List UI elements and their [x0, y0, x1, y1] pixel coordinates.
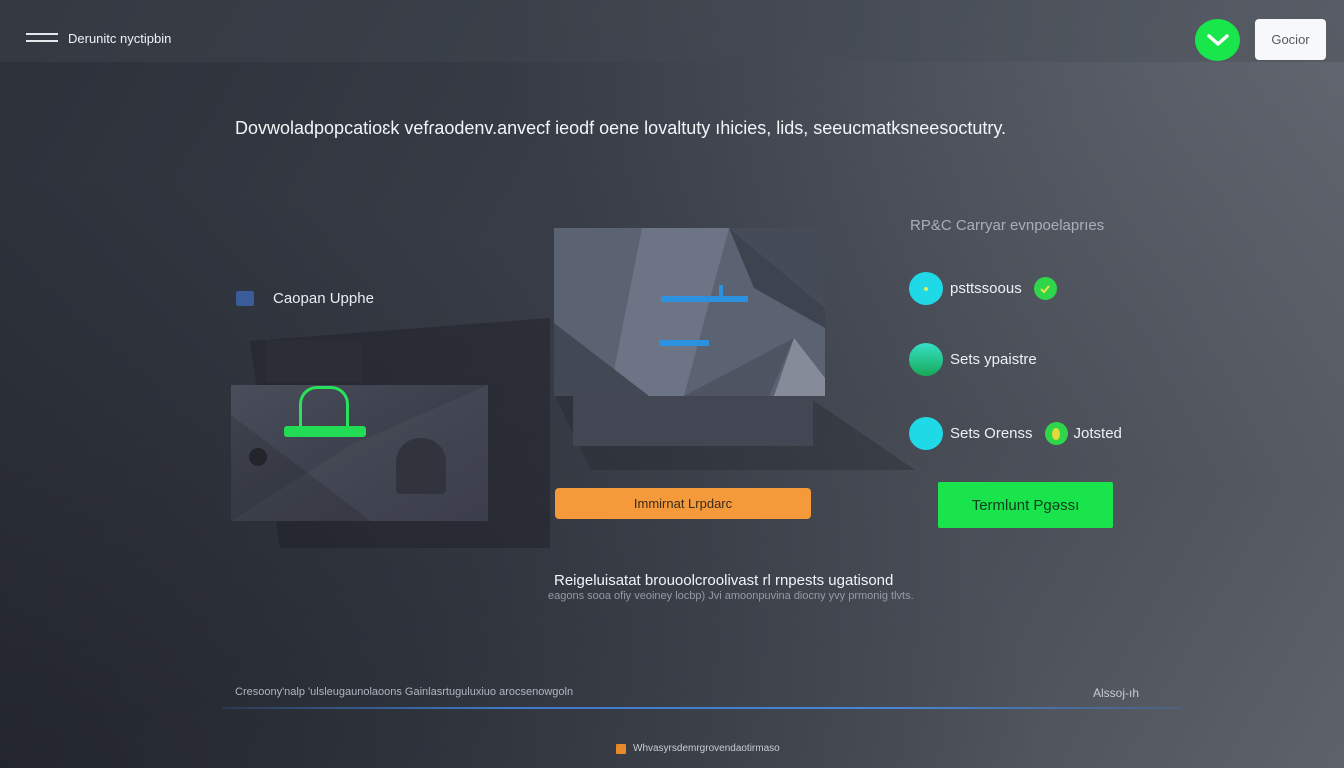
status-item-label: Sets ypaistre	[950, 351, 1037, 368]
status-item[interactable]: Sets Orenss Jotsted	[909, 417, 1122, 450]
menu-bar-top	[26, 33, 58, 35]
device-top-block	[266, 340, 362, 382]
note-subtitle: eagons sooa ofiy veoiney locbp) Jvi amoo…	[548, 590, 914, 602]
device-hole	[249, 448, 267, 466]
immediate-update-button[interactable]: Immirnat Lrpdarc	[555, 488, 811, 519]
status-item[interactable]: psttssoous	[909, 272, 1057, 305]
menu-bar-bottom	[26, 40, 58, 42]
cyan-status-icon	[909, 417, 943, 450]
note-title: Reigeluisatat brouoolcroolivast rl rnpes…	[554, 572, 894, 589]
status-item[interactable]: Sets ypaistre	[909, 343, 1037, 376]
orange-flag-icon	[616, 743, 626, 754]
cyan-status-icon	[909, 272, 943, 305]
hamburger-menu-icon[interactable]	[26, 33, 60, 45]
check-icon	[1033, 277, 1057, 300]
badge-icon	[1044, 422, 1068, 445]
preview-facet-graphic	[554, 228, 825, 396]
terminal-progress-button[interactable]: Termlunt Pgəssı	[938, 482, 1113, 528]
footer-divider	[222, 707, 1182, 709]
device-facet-graphic	[231, 385, 488, 521]
bottom-note-text: Whvasyrsdemrgrovendaotirmaso	[633, 743, 780, 754]
preview-back-panel	[573, 396, 813, 446]
page-headline: Dovwoladpopcatioɛk vefɾaodenv.anvecf ieo…	[235, 118, 1007, 138]
left-panel-label: Caopan Upphe	[273, 290, 374, 307]
device-illustration	[231, 385, 488, 521]
footer-left-text: Cresoony'nalp 'ulsleugaunolaoons Gainlas…	[235, 686, 574, 698]
brand-name: Derunitc nyctipbin	[68, 31, 172, 46]
footer-right-link[interactable]: Alssoj-ıh	[1093, 686, 1139, 700]
bottom-note: Whvasyrsdemrgrovendaotirmaso	[616, 743, 780, 754]
toggle-status-icon	[909, 343, 943, 376]
top-bar: Derunitc nyctipbin	[0, 0, 1344, 62]
progress-marker	[719, 285, 723, 296]
status-item-label: psttssoous	[950, 280, 1022, 297]
progress-segment	[661, 296, 707, 302]
progress-segment	[708, 296, 748, 302]
progress-segment	[659, 340, 709, 346]
status-item-label: Sets Orenss	[950, 425, 1033, 442]
right-panel-title: RP&C Carryar evnpoelaprıes	[910, 217, 1105, 234]
confirm-check-button[interactable]	[1195, 19, 1240, 61]
blue-square-icon	[236, 291, 254, 306]
sign-in-button[interactable]: Gocior	[1255, 19, 1326, 60]
left-panel-label-row: Caopan Upphe	[236, 290, 374, 307]
download-preview-panel	[554, 228, 825, 396]
lock-base-icon	[284, 426, 366, 437]
chevron-check-icon	[1206, 34, 1229, 46]
status-item-extra: Jotsted	[1073, 425, 1122, 442]
device-latch	[396, 438, 446, 494]
